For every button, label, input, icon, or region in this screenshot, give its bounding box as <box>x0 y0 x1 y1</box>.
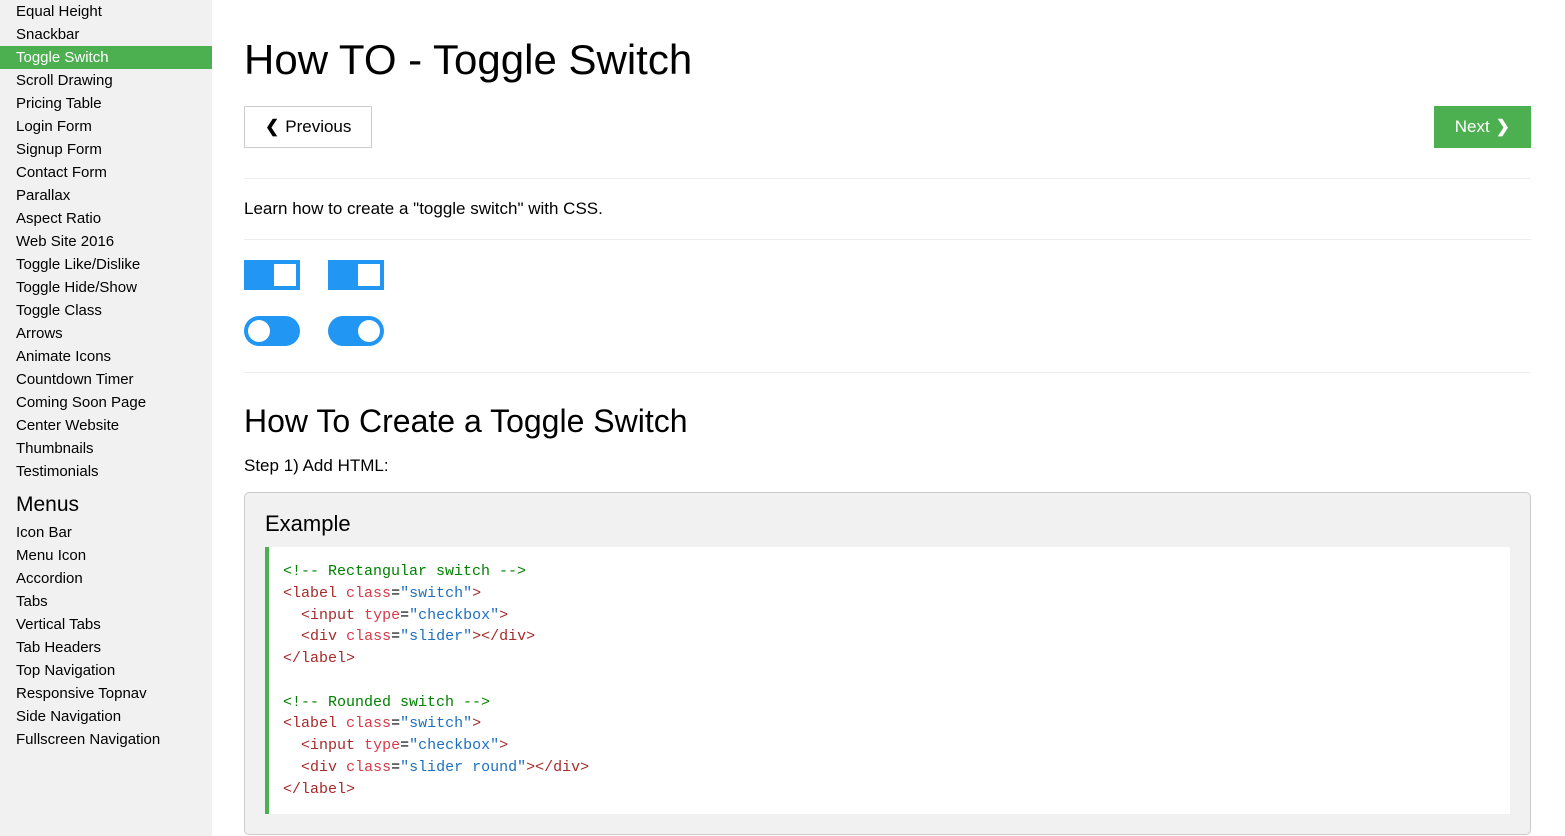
sidebar-item[interactable]: Toggle Class <box>0 299 212 322</box>
step-label: Step 1) Add HTML: <box>244 456 1531 476</box>
divider <box>244 372 1531 373</box>
divider <box>244 239 1531 240</box>
intro-text: Learn how to create a "toggle switch" wi… <box>244 199 1531 219</box>
sidebar-item[interactable]: Icon Bar <box>0 521 212 544</box>
sidebar-item[interactable]: Animate Icons <box>0 345 212 368</box>
toggle-switch-round[interactable] <box>328 316 384 346</box>
section-heading: How To Create a Toggle Switch <box>244 403 1531 440</box>
sidebar-item[interactable]: Testimonials <box>0 460 212 483</box>
previous-label: Previous <box>285 117 351 137</box>
sidebar-item[interactable]: Toggle Like/Dislike <box>0 253 212 276</box>
sidebar-item[interactable]: Parallax <box>0 184 212 207</box>
sidebar-item[interactable]: Menu Icon <box>0 544 212 567</box>
sidebar-item[interactable]: Web Site 2016 <box>0 230 212 253</box>
toggle-switch-round[interactable] <box>244 316 300 346</box>
chevron-right-icon: ❯ <box>1496 117 1510 137</box>
sidebar-item[interactable]: Side Navigation <box>0 705 212 728</box>
nav-row: ❮ Previous Next ❯ <box>244 106 1531 148</box>
sidebar-item[interactable]: Aspect Ratio <box>0 207 212 230</box>
sidebar-item[interactable]: Contact Form <box>0 161 212 184</box>
code-block: <!-- Rectangular switch --> <label class… <box>265 547 1510 814</box>
switch-demo-row-round <box>244 316 1531 346</box>
sidebar-item[interactable]: Toggle Switch <box>0 46 212 69</box>
sidebar-item[interactable]: Coming Soon Page <box>0 391 212 414</box>
sidebar-item[interactable]: Tab Headers <box>0 636 212 659</box>
sidebar-item[interactable]: Center Website <box>0 414 212 437</box>
next-button[interactable]: Next ❯ <box>1434 106 1531 148</box>
sidebar-item[interactable]: Equal Height <box>0 0 212 23</box>
example-title: Example <box>265 511 1510 537</box>
toggle-switch-rect[interactable] <box>244 260 300 290</box>
sidebar-item[interactable]: Toggle Hide/Show <box>0 276 212 299</box>
previous-button[interactable]: ❮ Previous <box>244 106 372 148</box>
sidebar-item[interactable]: Responsive Topnav <box>0 682 212 705</box>
sidebar-item[interactable]: Accordion <box>0 567 212 590</box>
page-title: How TO - Toggle Switch <box>244 36 1531 84</box>
sidebar-item[interactable]: Countdown Timer <box>0 368 212 391</box>
next-label: Next <box>1455 117 1490 137</box>
sidebar-heading-menus: Menus <box>0 483 212 521</box>
toggle-switch-rect[interactable] <box>328 260 384 290</box>
sidebar-item[interactable]: Vertical Tabs <box>0 613 212 636</box>
sidebar-item[interactable]: Arrows <box>0 322 212 345</box>
sidebar-item[interactable]: Top Navigation <box>0 659 212 682</box>
sidebar-item[interactable]: Pricing Table <box>0 92 212 115</box>
sidebar-item[interactable]: Login Form <box>0 115 212 138</box>
sidebar: Equal HeightSnackbarToggle SwitchScroll … <box>0 0 212 836</box>
sidebar-item[interactable]: Snackbar <box>0 23 212 46</box>
main-content: How TO - Toggle Switch ❮ Previous Next ❯… <box>212 0 1565 836</box>
sidebar-item[interactable]: Thumbnails <box>0 437 212 460</box>
sidebar-item[interactable]: Fullscreen Navigation <box>0 728 212 751</box>
sidebar-item[interactable]: Tabs <box>0 590 212 613</box>
chevron-left-icon: ❮ <box>265 117 279 137</box>
switch-demo-row-rect <box>244 260 1531 290</box>
sidebar-item[interactable]: Signup Form <box>0 138 212 161</box>
example-box: Example <!-- Rectangular switch --> <lab… <box>244 492 1531 835</box>
sidebar-item[interactable]: Scroll Drawing <box>0 69 212 92</box>
divider <box>244 178 1531 179</box>
